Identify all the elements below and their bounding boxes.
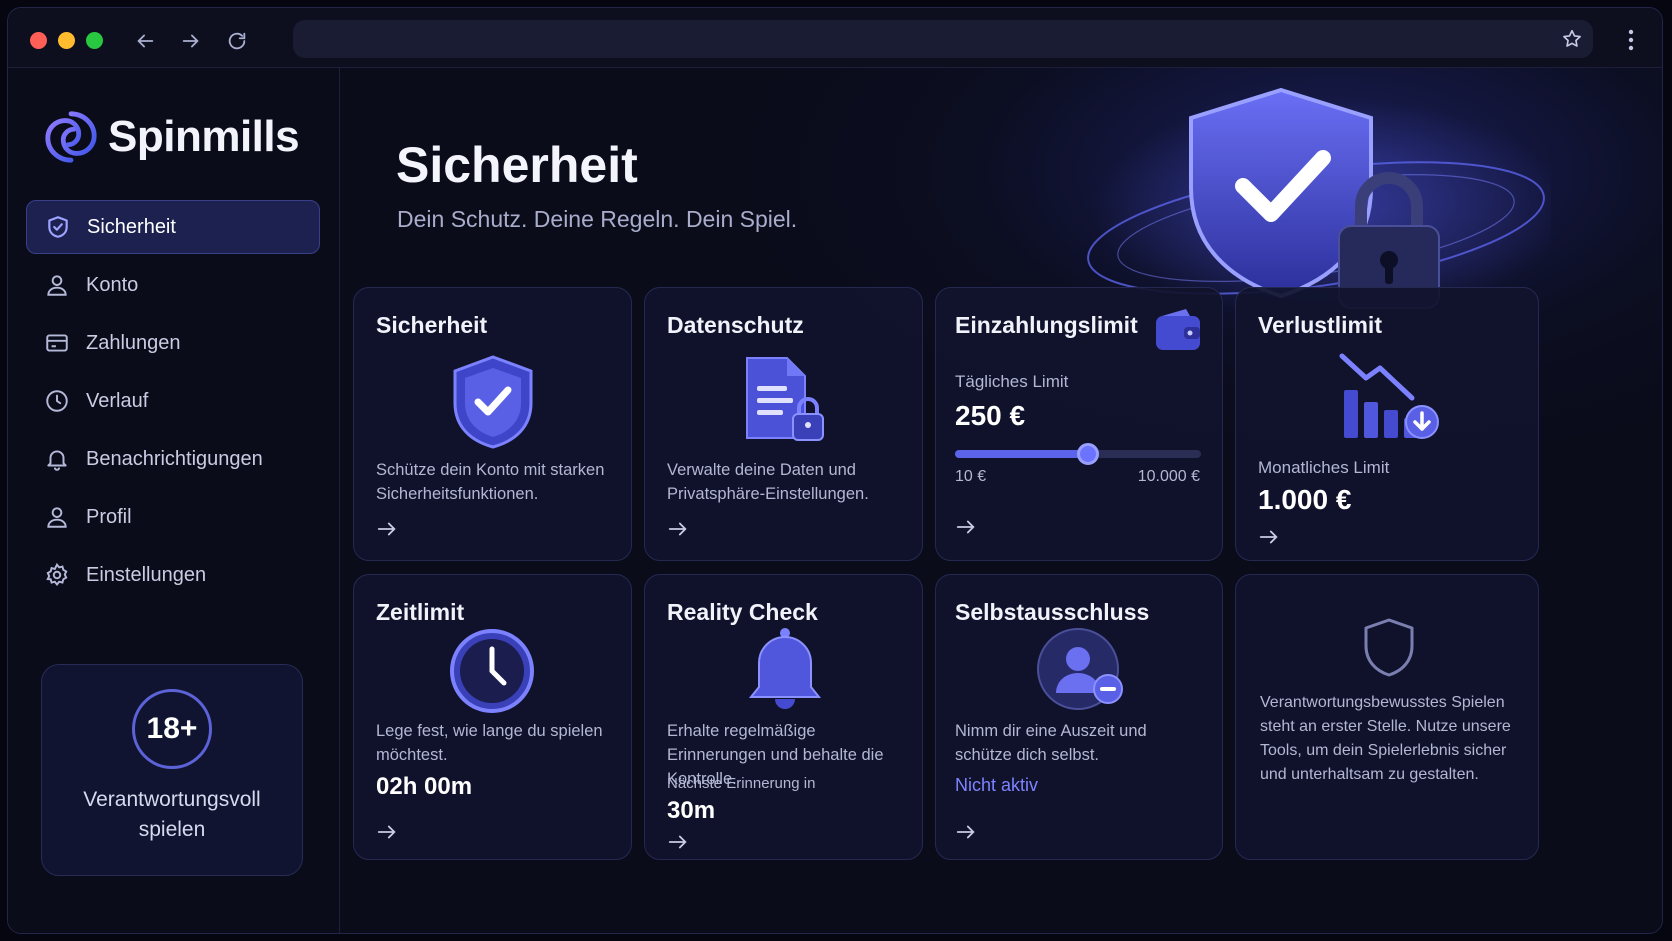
security-card[interactable]: Sicherheit Schütze dein Konto mit starke… [353,287,632,561]
arrow-right-icon[interactable] [376,821,398,843]
clock-icon [46,390,68,412]
bell-icon [47,450,67,471]
maximize-window-button[interactable] [86,32,103,49]
card-description: Schütze dein Konto mit starken Sicherhei… [376,461,605,503]
bell-icon [748,628,822,709]
shield-check-icon [453,355,533,449]
bookmark-star-icon[interactable] [1561,28,1583,50]
sidebar-item-label: Konto [86,273,139,296]
main-content: Sicherheit Dein Schutz. Deine Regeln. De… [341,68,1662,933]
sidebar-item-label: Einstellungen [86,563,207,586]
reload-icon[interactable] [222,26,252,56]
card-description: Lege fest, wie lange du spielen möchtest… [376,722,603,764]
arrow-right-icon[interactable] [1258,526,1280,548]
sidebar-item-label: Zahlungen [86,331,181,354]
credit-card-icon [46,334,68,352]
brand-logo[interactable]: Spinmills [42,108,300,166]
age-text-line1: Verantwortungsvoll [83,788,261,811]
reality-check-card[interactable]: Reality Check Erhalte regelmäßige Erinne… [644,574,923,860]
exclusion-status[interactable]: Nicht aktiv [955,775,1038,796]
card-title: Sicherheit [376,312,488,338]
slider-fill [955,450,1088,458]
card-description: Nimm dir eine Auszeit und schütze dich s… [955,722,1147,764]
deposit-limit-card[interactable]: Einzahlungslimit Tägliches Limit 250 € 1… [935,287,1223,561]
sidebar-item-einstellungen[interactable]: Einstellungen [26,548,320,602]
user-icon [47,507,67,528]
browser-toolbar [8,8,1662,68]
card-title: Datenschutz [667,312,804,338]
next-reminder-label: Nächste Erinnerung in [667,775,816,792]
loss-limit-card[interactable]: Verlustlimit Monatliches Limit 1.000 € [1235,287,1539,561]
sidebar-nav: Sicherheit Konto Zahlungen Verlauf Benac… [26,200,320,606]
info-text: Verantwortungsbewusstes Spielen steht an… [1260,694,1511,783]
sidebar-item-label: Sicherheit [87,215,176,238]
card-description: Verwalte deine Daten und Privatsphäre-Ei… [667,461,869,503]
daily-limit-label: Tägliches Limit [955,372,1069,391]
minimize-window-button[interactable] [58,32,75,49]
shield-check-icon [48,216,68,238]
shield-outline-icon [1364,618,1414,677]
user-icon [47,275,67,296]
address-bar[interactable] [293,20,1593,58]
close-window-button[interactable] [30,32,47,49]
wallet-icon [1156,309,1200,350]
sidebar-item-profil[interactable]: Profil [26,490,320,544]
arrow-right-icon[interactable] [955,516,977,538]
more-menu-icon[interactable] [1628,28,1634,52]
gear-icon [46,562,68,586]
sidebar-item-zahlungen[interactable]: Zahlungen [26,316,320,370]
slider-min-label: 10 € [955,468,987,485]
back-arrow-icon[interactable] [130,26,160,56]
responsible-gaming-text: Verantwortungsvoll spielen [42,785,302,845]
monthly-limit-value: 1.000 € [1258,484,1352,515]
privacy-card[interactable]: Datenschutz Verwalte deine Daten und Pri… [644,287,923,561]
next-reminder-value: 30m [667,797,716,824]
responsible-gaming-card[interactable]: 18+ Verantwortungsvoll spielen [41,664,303,876]
age-text-line2: spielen [138,818,206,841]
page-subtitle: Dein Schutz. Deine Regeln. Dein Spiel. [397,206,798,232]
arrow-right-icon[interactable] [667,831,689,853]
deposit-limit-slider[interactable] [955,443,1201,465]
brand-name: Spinmills [108,112,300,161]
sidebar-item-benachrichtigungen[interactable]: Benachrichtigungen [26,432,320,486]
document-lock-icon [746,357,824,441]
arrow-right-icon[interactable] [955,821,977,843]
slider-thumb[interactable] [1076,443,1099,465]
card-title: Zeitlimit [376,599,465,625]
sidebar-item-konto[interactable]: Konto [26,258,320,312]
sidebar-item-label: Profil [86,505,132,528]
self-exclusion-card[interactable]: Selbstausschluss Nimm dir eine Auszeit u… [935,574,1223,860]
monthly-limit-label: Monatliches Limit [1258,458,1390,477]
time-limit-value: 02h 00m [376,773,473,800]
arrow-right-icon[interactable] [376,518,398,540]
browser-window: Spinmills Sicherheit Konto Zahlungen Ver… [7,7,1663,934]
age-badge: 18+ [132,689,212,769]
sidebar: Spinmills Sicherheit Konto Zahlungen Ver… [8,68,340,933]
responsible-gaming-info-card: Verantwortungsbewusstes Spielen steht an… [1235,574,1539,860]
page-title: Sicherheit [396,137,638,193]
sidebar-item-label: Verlauf [86,389,149,412]
card-title: Selbstausschluss [955,599,1150,625]
daily-limit-value: 250 € [955,400,1026,431]
user-remove-icon [1037,628,1123,710]
card-title: Reality Check [667,599,818,625]
clock-icon [450,629,534,713]
declining-chart-icon [1339,353,1439,439]
card-title: Einzahlungslimit [955,312,1138,338]
card-title: Verlustlimit [1258,312,1382,338]
sidebar-item-label: Benachrichtigungen [86,447,263,470]
sidebar-item-sicherheit[interactable]: Sicherheit [26,200,320,254]
spiral-logo-icon [45,111,97,163]
slider-max-label: 10.000 € [1137,468,1200,485]
shield-lock-hero-illustration [1087,87,1551,318]
sidebar-item-verlauf[interactable]: Verlauf [26,374,320,428]
arrow-right-icon[interactable] [667,518,689,540]
time-limit-card[interactable]: Zeitlimit Lege fest, wie lange du spiele… [353,574,632,860]
forward-arrow-icon[interactable] [176,26,206,56]
